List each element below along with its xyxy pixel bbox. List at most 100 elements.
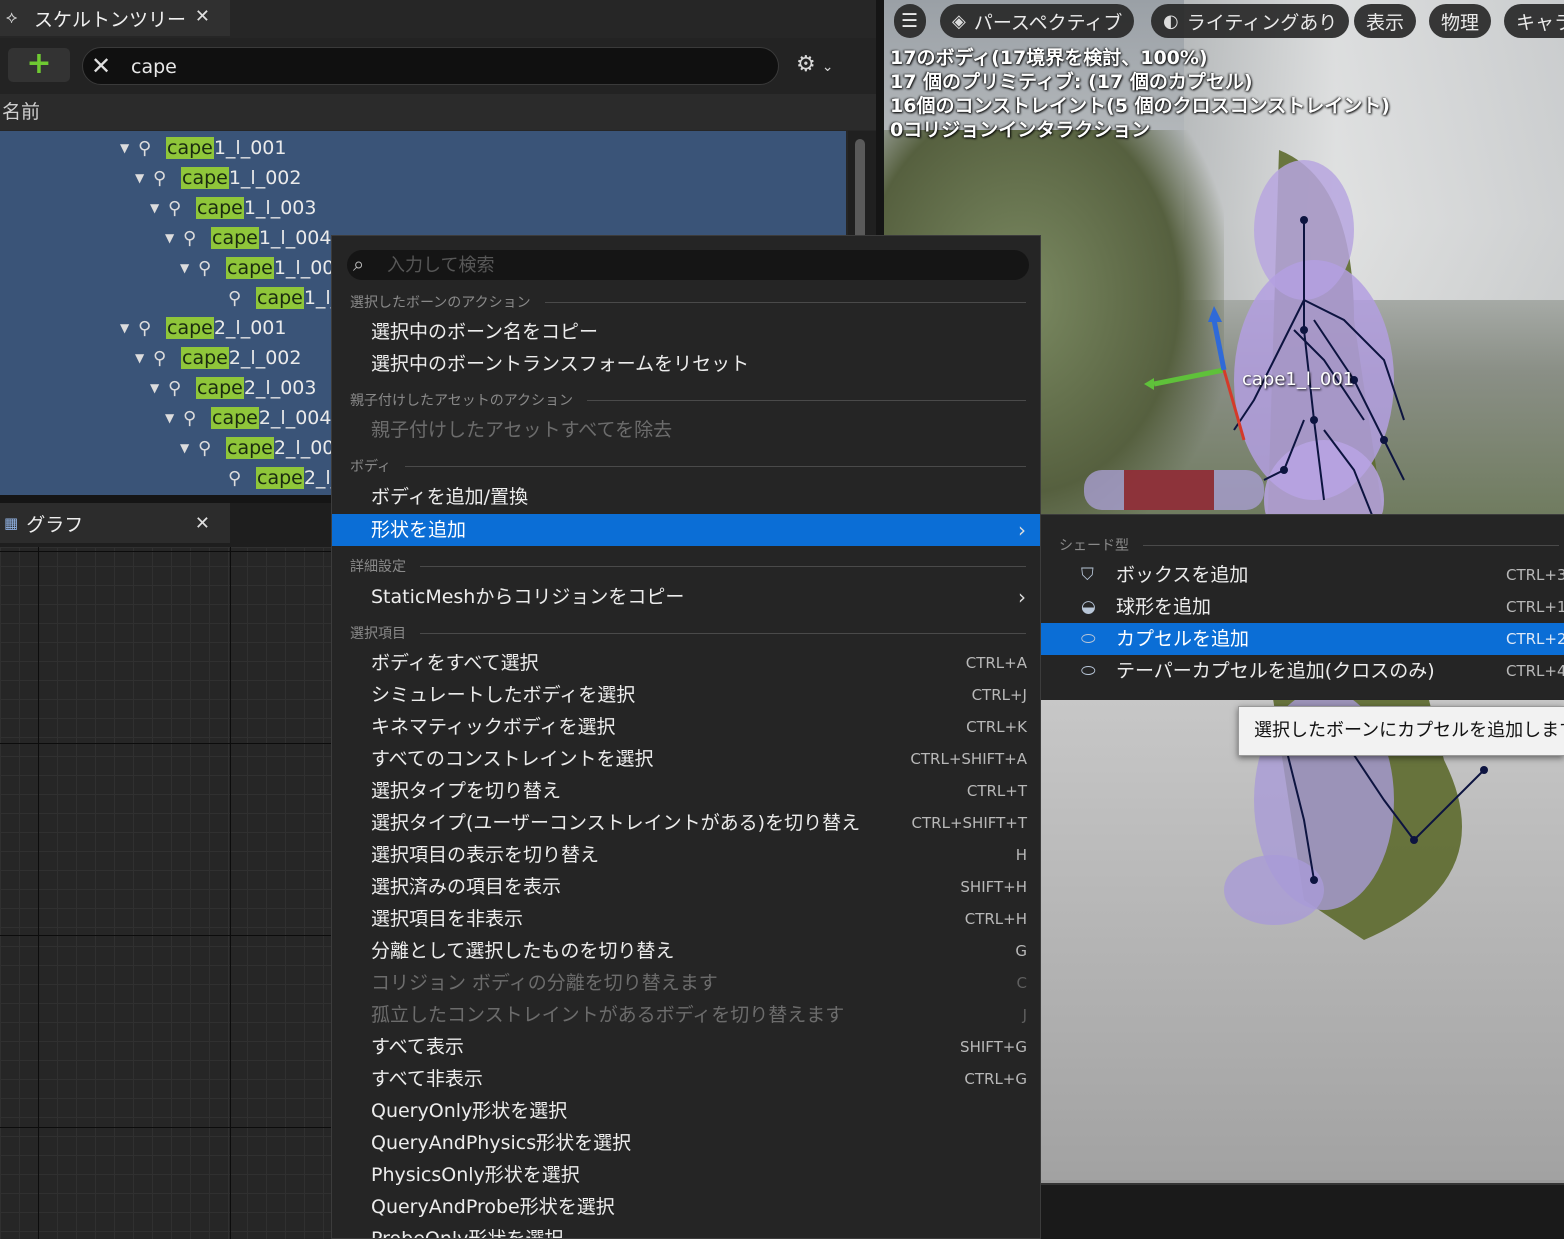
selection-menu-item[interactable]: キネマティックボディを選択 CTRL+K bbox=[332, 711, 1040, 743]
perspective-button[interactable]: ◈ パースペクティブ bbox=[940, 4, 1135, 38]
chevron-right-icon: › bbox=[1018, 518, 1026, 542]
search-match-highlight: cape bbox=[181, 167, 229, 189]
selection-menu-item[interactable]: シミュレートしたボディを選択 CTRL+J bbox=[332, 679, 1040, 711]
expand-arrow-icon[interactable]: ▼ bbox=[180, 441, 196, 455]
bone-name-suffix: 2_l_003 bbox=[243, 377, 317, 399]
search-match-highlight: cape bbox=[166, 317, 214, 339]
selection-menu-item[interactable]: ProbeOnly形状を選択 bbox=[332, 1223, 1040, 1238]
copy-bone-name-item[interactable]: 選択中のボーン名をコピー bbox=[332, 316, 1040, 348]
submenu-item[interactable]: ◒ 球形を追加 CTRL+1 bbox=[1041, 591, 1564, 623]
section-label: 選択項目 bbox=[350, 626, 406, 642]
add-shape-item[interactable]: 形状を追加 › bbox=[332, 514, 1040, 546]
stat-line: 0コリジョンインタラクション bbox=[890, 119, 1151, 141]
character-button[interactable]: キャラ bbox=[1504, 4, 1564, 38]
remove-all-assets-item: 親子付けしたアセットすべてを除去 bbox=[332, 414, 1040, 446]
menu-item-label: QueryAndProbe形状を選択 bbox=[371, 1196, 615, 1218]
add-button[interactable]: + bbox=[8, 48, 70, 82]
selection-menu-item[interactable]: PhysicsOnly形状を選択 bbox=[332, 1159, 1040, 1191]
submenu-item[interactable]: ⬭ カプセルを追加 CTRL+2 bbox=[1041, 623, 1564, 655]
menu-item-label: 選択タイプ(ユーザーコンストレイントがある)を切り替え bbox=[371, 812, 861, 834]
section-advanced: 詳細設定 bbox=[350, 556, 1026, 576]
clear-search-icon[interactable]: ✕ bbox=[91, 52, 111, 80]
menu-search-input[interactable] bbox=[387, 253, 987, 277]
expand-arrow-icon[interactable]: ▼ bbox=[180, 261, 196, 275]
physics-button[interactable]: 物理 bbox=[1429, 4, 1492, 38]
selection-menu-item[interactable]: 分離として選択したものを切り替え G bbox=[332, 935, 1040, 967]
lighting-button[interactable]: ◐ ライティングあり bbox=[1151, 4, 1350, 38]
menu-item-label: 選択中のボーントランスフォームをリセット bbox=[371, 353, 750, 375]
tree-row[interactable]: ▼ ⚲ cape 1_l_003 bbox=[150, 193, 316, 223]
expand-arrow-icon[interactable]: ▼ bbox=[120, 321, 136, 335]
search-input[interactable] bbox=[131, 54, 731, 80]
selection-menu-item[interactable]: 選択タイプを切り替え CTRL+T bbox=[332, 775, 1040, 807]
tree-row[interactable]: ▼ ⚲ cape 2_l_004 bbox=[165, 403, 331, 433]
selection-menu-item[interactable]: すべて非表示 CTRL+G bbox=[332, 1063, 1040, 1095]
close-icon[interactable]: ✕ bbox=[195, 6, 210, 27]
selection-menu-item[interactable]: 選択済みの項目を表示 SHIFT+H bbox=[332, 871, 1040, 903]
shortcut-label: CTRL+J bbox=[971, 686, 1027, 704]
shortcut-label: CTRL+1 bbox=[1506, 598, 1564, 616]
perspective-label: パースペクティブ bbox=[973, 11, 1123, 34]
selection-menu-item[interactable]: 選択項目を非表示 CTRL+H bbox=[332, 903, 1040, 935]
bone-icon: ⚲ bbox=[228, 287, 242, 309]
expand-arrow-icon[interactable]: ▼ bbox=[120, 141, 136, 155]
submenu-item[interactable]: ⬭ テーパーカプセルを追加(クロスのみ) CTRL+4 bbox=[1041, 655, 1564, 687]
search-match-highlight: cape bbox=[256, 467, 304, 489]
selection-menu-item: 孤立したコンストレイントがあるボディを切り替えます J bbox=[332, 999, 1040, 1031]
expand-arrow-icon[interactable]: ▼ bbox=[150, 201, 166, 215]
viewport-options-button[interactable]: ☰ bbox=[894, 4, 926, 38]
section-divider bbox=[420, 632, 1026, 634]
sphere-icon: ◒ bbox=[1081, 597, 1096, 617]
expand-arrow-icon[interactable]: ▼ bbox=[135, 171, 151, 185]
show-button[interactable]: 表示 bbox=[1354, 4, 1417, 38]
expand-arrow-icon[interactable]: ▼ bbox=[165, 411, 181, 425]
menu-item-label: 選択タイプを切り替え bbox=[371, 780, 562, 802]
tree-row[interactable]: ▼ ⚲ cape 2_l_00 bbox=[180, 433, 334, 463]
submenu-item-label: ボックスを追加 bbox=[1116, 564, 1249, 586]
tree-row[interactable]: ▼ ⚲ cape 1_l_001 bbox=[120, 133, 286, 163]
bone-name-suffix: 1_l_002 bbox=[228, 167, 302, 189]
cube-icon: ◈ bbox=[952, 10, 966, 32]
menu-item-label: ボディを追加/置換 bbox=[371, 486, 529, 508]
shortcut-label: CTRL+G bbox=[964, 1070, 1027, 1088]
menu-item-label: QueryAndPhysics形状を選択 bbox=[371, 1132, 632, 1154]
tree-row[interactable]: ▼ ⚲ cape 1_l_002 bbox=[135, 163, 301, 193]
section-label: 詳細設定 bbox=[350, 559, 406, 575]
skeleton-tree-tab-title: スケルトンツリー bbox=[34, 8, 187, 31]
shortcut-label: H bbox=[1015, 846, 1027, 864]
selection-menu-item[interactable]: すべて表示 SHIFT+G bbox=[332, 1031, 1040, 1063]
shortcut-label: CTRL+A bbox=[965, 654, 1027, 672]
tree-row[interactable]: ▼ ⚲ cape 1_l_00 bbox=[180, 253, 334, 283]
tree-row[interactable]: ▼ ⚲ cape 2_l_001 bbox=[120, 313, 286, 343]
selection-menu-item[interactable]: すべてのコンストレイントを選択 CTRL+SHIFT+A bbox=[332, 743, 1040, 775]
selection-menu-item[interactable]: ボディをすべて選択 CTRL+A bbox=[332, 647, 1040, 679]
bone-name-suffix: 2_l_002 bbox=[228, 347, 302, 369]
selection-menu-item[interactable]: QueryAndProbe形状を選択 bbox=[332, 1191, 1040, 1223]
scrollbar-thumb[interactable] bbox=[855, 139, 865, 249]
search-icon: ⌕ bbox=[353, 252, 365, 276]
close-icon[interactable]: ✕ bbox=[195, 513, 210, 534]
copy-collision-item[interactable]: StaticMeshからコリジョンをコピー › bbox=[332, 581, 1040, 613]
tree-row[interactable]: ▼ ⚲ cape 2_l_003 bbox=[150, 373, 316, 403]
selection-menu-item[interactable]: QueryAndPhysics形状を選択 bbox=[332, 1127, 1040, 1159]
graph-tab[interactable]: ▦ グラフ ✕ bbox=[0, 503, 230, 543]
viewport-stats: 17のボディ(17境界を検討、100%) 17 個のプリミティブ: (17 個の… bbox=[890, 46, 1390, 142]
submenu-item-label: カプセルを追加 bbox=[1116, 628, 1250, 650]
submenu-item[interactable]: ⛉ ボックスを追加 CTRL+3 bbox=[1041, 559, 1564, 591]
selection-menu-item[interactable]: 選択タイプ(ユーザーコンストレイントがある)を切り替え CTRL+SHIFT+T bbox=[332, 807, 1040, 839]
tree-row[interactable]: ▼ ⚲ cape 2_l_002 bbox=[135, 343, 301, 373]
skeleton-tree-tab[interactable]: ⟡ スケルトンツリー ✕ bbox=[0, 0, 230, 36]
tree-row[interactable]: ▼ ⚲ cape 1_l_004 bbox=[165, 223, 331, 253]
selection-menu-item[interactable]: QueryOnly形状を選択 bbox=[332, 1095, 1040, 1127]
expand-arrow-icon[interactable]: ▼ bbox=[165, 231, 181, 245]
reset-bone-transform-item[interactable]: 選択中のボーントランスフォームをリセット bbox=[332, 348, 1040, 380]
bone-icon: ⚲ bbox=[183, 407, 197, 429]
expand-arrow-icon[interactable]: ▼ bbox=[135, 351, 151, 365]
shortcut-label: G bbox=[1015, 942, 1027, 960]
selection-menu-item[interactable]: 選択項目の表示を切り替え H bbox=[332, 839, 1040, 871]
settings-dropdown[interactable]: ⚙ ⌄ bbox=[796, 52, 833, 77]
add-replace-body-item[interactable]: ボディを追加/置換 bbox=[332, 481, 1040, 513]
column-header-name[interactable]: 名前 bbox=[0, 94, 876, 130]
expand-arrow-icon[interactable]: ▼ bbox=[150, 381, 166, 395]
stat-line: 16個のコンストレイント(5 個のクロスコンストレイント) bbox=[890, 95, 1390, 117]
